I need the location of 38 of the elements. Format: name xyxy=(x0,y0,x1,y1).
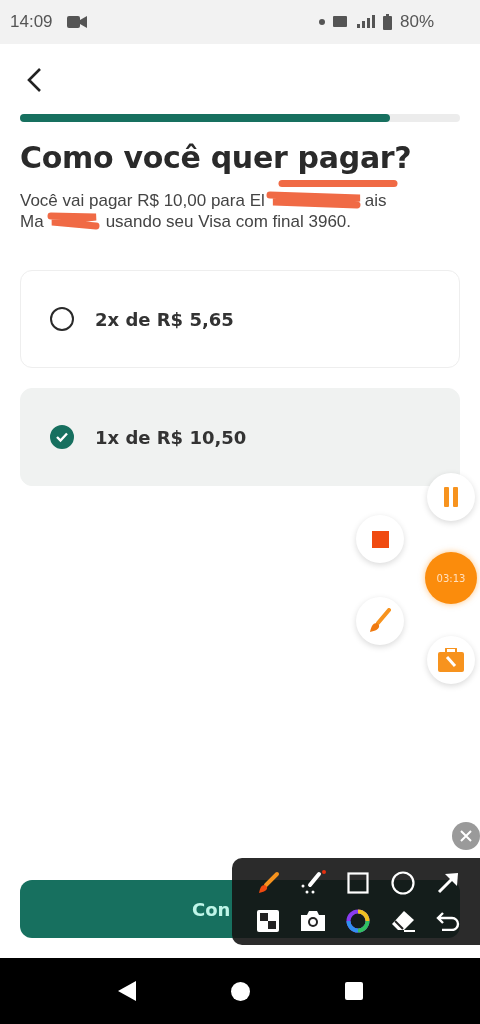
payment-option[interactable]: 2x de R$ 5,65 xyxy=(20,270,460,368)
description-text: ais xyxy=(364,190,387,211)
recents-nav-icon[interactable] xyxy=(344,982,363,1000)
notification-dot-icon xyxy=(318,19,325,25)
radio-button[interactable] xyxy=(50,307,74,331)
pause-icon xyxy=(443,487,459,507)
video-camera-icon xyxy=(66,15,87,29)
color-wheel-icon[interactable] xyxy=(346,908,370,933)
close-icon xyxy=(460,830,472,842)
arrow-icon[interactable] xyxy=(436,872,459,895)
description-text: Ma xyxy=(20,211,44,232)
description-text: Você vai pagar R$ 10,00 para El xyxy=(20,190,265,211)
payment-option[interactable]: 1x de R$ 10,50 xyxy=(20,388,460,486)
signal-icon xyxy=(332,14,375,30)
undo-icon[interactable] xyxy=(435,910,460,931)
home-nav-icon[interactable] xyxy=(230,981,250,1001)
option-label: 1x de R$ 10,50 xyxy=(95,426,247,448)
stop-icon xyxy=(371,530,389,548)
description-text: usando seu Visa com final 3960. xyxy=(105,211,352,232)
brush-icon[interactable] xyxy=(256,871,281,896)
check-icon xyxy=(55,431,69,443)
stop-button[interactable] xyxy=(356,515,404,563)
brush-icon xyxy=(369,608,391,634)
close-button[interactable] xyxy=(452,822,480,850)
camera-icon[interactable] xyxy=(301,910,326,931)
battery-percentage: 80% xyxy=(399,12,434,32)
rectangle-icon[interactable] xyxy=(347,872,369,895)
circle-icon[interactable] xyxy=(390,871,415,896)
page-title: Como você quer pagar? xyxy=(20,140,413,175)
radio-button[interactable] xyxy=(50,425,74,449)
battery-icon xyxy=(382,14,392,30)
eraser-icon[interactable] xyxy=(389,909,416,932)
back-nav-icon[interactable] xyxy=(117,981,136,1001)
status-time: 14:09 xyxy=(10,12,53,32)
toolbox-icon xyxy=(438,648,464,672)
redaction-scribble xyxy=(45,211,102,231)
option-label: 2x de R$ 5,65 xyxy=(95,308,234,330)
mosaic-icon[interactable] xyxy=(257,909,280,932)
